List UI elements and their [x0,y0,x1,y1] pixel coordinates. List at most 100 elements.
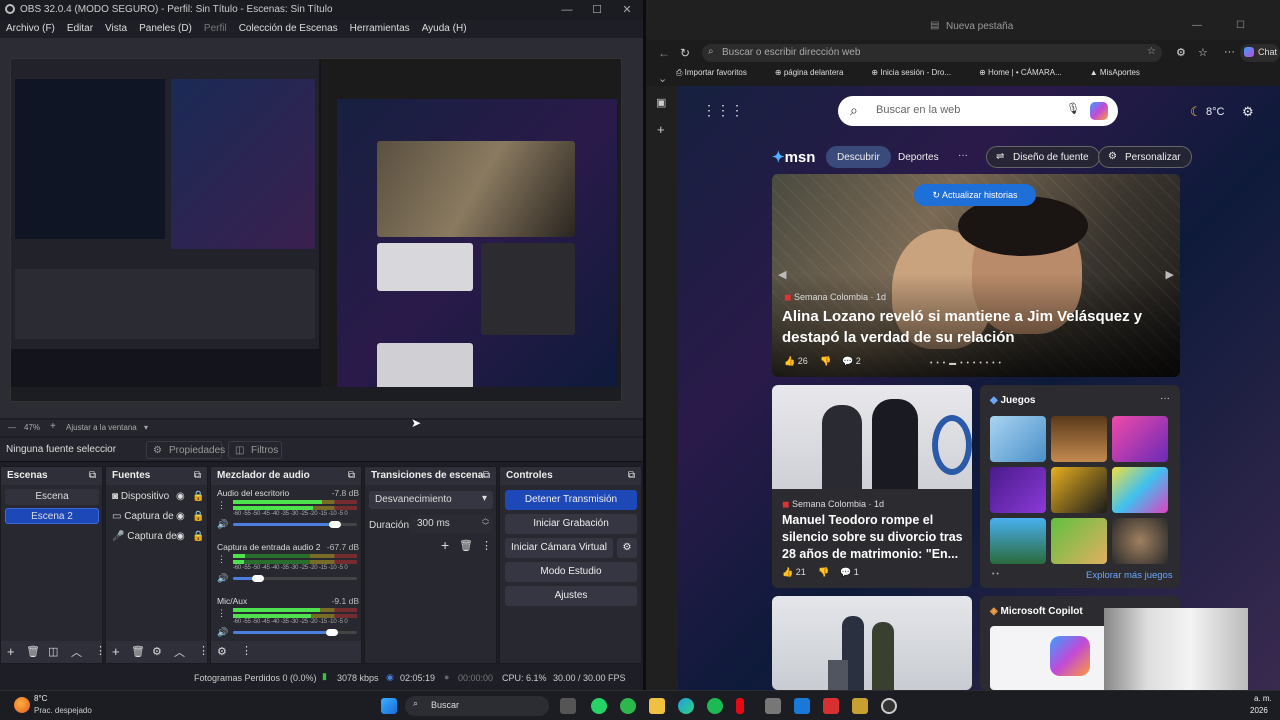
chevron-down-icon[interactable]: ▾ [144,423,148,432]
tab-actions-icon[interactable]: ▣ [656,96,666,109]
game-tile[interactable] [1112,518,1168,564]
game-tile[interactable] [1051,416,1107,462]
favorite-item[interactable]: ⊕ Home | • CÁMARA... [979,68,1076,77]
copilot-icon[interactable] [1090,102,1108,120]
add-icon[interactable]: + [112,644,120,659]
mixer-settings-icon[interactable]: ⚙ [217,645,227,658]
more-icon[interactable]: ⋮ [198,644,209,657]
app-icon[interactable] [765,698,781,714]
menu-archivo[interactable]: Archivo (F) [0,20,61,34]
spotify-icon[interactable] [707,698,723,714]
clock-date[interactable]: 2026 [1250,706,1268,715]
tab-deportes[interactable]: Deportes [898,152,939,163]
like-count[interactable]: 👍 21 [782,567,806,578]
more-icon[interactable]: ··· [1160,393,1170,404]
virtual-camera-settings-icon[interactable]: ⚙ [617,538,637,558]
weather-desc[interactable]: Prac. despejado [34,706,92,715]
trash-icon[interactable]: 🗑 [459,539,473,552]
chevron-down-icon[interactable]: ⌄ [658,72,667,85]
menu-herramientas[interactable]: Herramientas [344,20,416,34]
volume-handle[interactable] [252,575,264,582]
windows-start-icon[interactable] [381,698,397,714]
whatsapp-icon[interactable] [591,698,607,714]
app-icon[interactable] [823,698,839,714]
menu-ayuda[interactable]: Ayuda (H) [416,20,473,34]
games-card[interactable]: ◆ Juegos ··· • • Explorar más juegos [980,385,1180,588]
start-virtual-camera-button[interactable]: Iniciar Cámara Virtual [505,538,613,558]
netflix-icon[interactable] [736,698,744,714]
more-icon[interactable]: ⋮ [481,539,492,552]
minimize-icon[interactable]: — [1192,20,1202,31]
studio-mode-button[interactable]: Modo Estudio [505,562,637,582]
refresh-icon[interactable]: ↻ [680,46,690,60]
preview-canvas[interactable] [10,58,622,402]
microphone-icon[interactable]: 🎙 [1066,102,1080,115]
extensions-icon[interactable]: ⚙ [1176,46,1186,59]
volume-icon[interactable]: 🔊 [217,627,228,638]
task-view-icon[interactable] [560,698,576,714]
game-tile[interactable] [1051,467,1107,513]
game-tile[interactable] [990,467,1046,513]
msn-logo[interactable]: ✦msn [772,148,815,166]
story-headline[interactable]: Alina Lozano reveló si mantiene a Jim Ve… [782,306,1162,348]
add-icon[interactable]: + [7,644,15,659]
back-icon[interactable]: ← [658,46,670,60]
game-tile[interactable] [1112,416,1168,462]
scene-item-selected[interactable]: Escena 2 [5,508,99,524]
menu-editar[interactable]: Editar [61,20,99,34]
volume-icon[interactable]: 🔊 [217,573,228,584]
fit-window[interactable]: Ajustar a la ventana [66,423,137,432]
zoom-out-icon[interactable]: — [8,423,16,432]
maximize-icon[interactable]: ☐ [582,0,612,20]
refresh-stories-button[interactable]: ↻ Actualizar historias [914,184,1036,206]
favorite-import[interactable]: ⎙ Importar favoritos [676,68,761,78]
game-tile[interactable] [990,416,1046,462]
weather-temp[interactable]: 8°C [1206,106,1224,118]
menu-paneles[interactable]: Paneles (D) [133,20,198,34]
explore-games-link[interactable]: Explorar más juegos [1086,570,1173,581]
menu-perfil[interactable]: Perfil [198,20,233,34]
minimize-icon[interactable]: — [552,0,582,20]
next-icon[interactable]: ▶ [1166,268,1174,281]
favorite-item[interactable]: ▲ MisAportes [1090,68,1154,77]
source-row[interactable]: ▭ Captura de ◉ 🔒 [112,509,204,525]
settings-icon[interactable]: ⚙ [1242,104,1254,120]
source-row[interactable]: ◙ Dispositivo ◉ 🔒 [112,489,204,505]
weather-temp[interactable]: 8°C [34,694,47,703]
favorite-item[interactable]: ⊕ Inicia sesión - Dro... [871,68,965,77]
volume-handle[interactable] [329,521,341,528]
story-card[interactable] [772,596,972,690]
volume-icon[interactable]: 🔊 [217,519,228,530]
comment-count[interactable]: 💬 2 [842,356,861,367]
taskbar-search[interactable]: ⌕ Buscar [405,696,549,716]
more-icon[interactable]: ⋮ [217,500,226,511]
dislike-icon[interactable]: 👎 [818,567,829,578]
personalize-button[interactable]: ⚙ Personalizar [1098,146,1192,168]
more-icon[interactable]: ⋮ [217,608,226,619]
tab-descubrir[interactable]: Descubrir [826,146,891,168]
comment-count[interactable]: 💬 1 [840,567,859,578]
clock-time[interactable]: a. m. [1254,694,1272,703]
chat-button[interactable]: Chat [1240,44,1280,62]
volume-handle[interactable] [326,629,338,636]
edge-icon[interactable] [678,698,694,714]
weather-icon[interactable] [14,697,30,713]
properties-button[interactable]: ⚙ Propiedades [146,441,225,459]
duration-spinbox[interactable]: 300 ms ︿ ﹀ [409,515,493,533]
collections-icon[interactable]: ☆ [1198,46,1208,59]
transition-select[interactable]: Desvanecimiento ▾ [369,491,493,509]
filters-button[interactable]: ◫ Filtros [228,441,282,459]
game-tile[interactable] [1051,518,1107,564]
trash-icon[interactable]: 🗑 [26,645,40,658]
chevron-up-icon[interactable]: ︿ [174,644,185,660]
favorite-star-icon[interactable]: ☆ [1147,46,1156,57]
story-headline[interactable]: Manuel Teodoro rompe el silencio sobre s… [782,512,968,563]
obs-taskbar-icon[interactable] [881,698,897,714]
favorite-item[interactable]: ⊕ página delantera [775,68,858,77]
game-tile[interactable] [990,518,1046,564]
like-count[interactable]: 👍 26 [784,356,808,367]
stop-streaming-button[interactable]: Detener Transmisión [505,490,637,510]
scene-item[interactable]: Escena [5,489,99,505]
design-feed-button[interactable]: ⇌ Diseño de fuente [986,146,1100,168]
more-icon[interactable]: ⋮ [241,644,252,657]
